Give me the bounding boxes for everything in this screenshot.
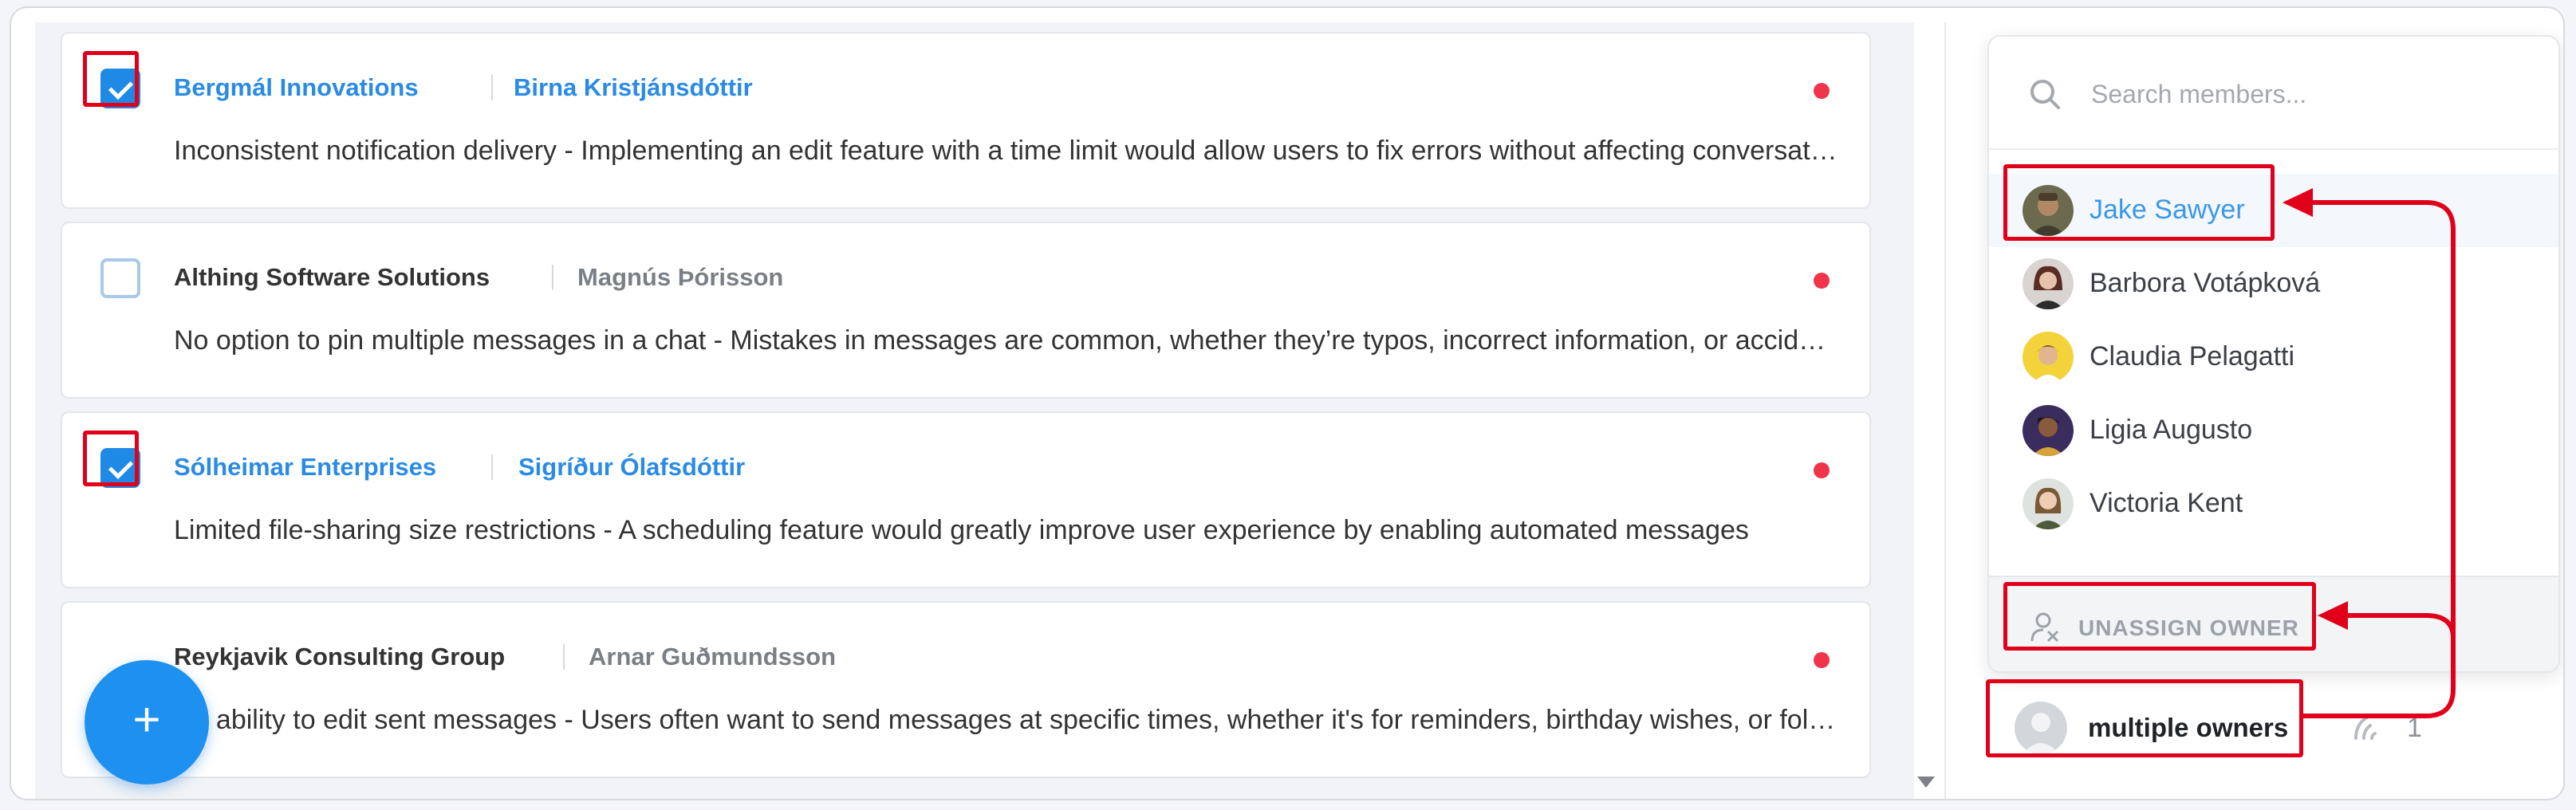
arrow-head-icon — [2318, 601, 2348, 630]
app-window: Bergmál Innovations Birna Kristjánsdótti… — [10, 6, 2565, 800]
annotation-arrows — [2283, 188, 2456, 718]
arrow-head-icon — [2283, 188, 2313, 217]
